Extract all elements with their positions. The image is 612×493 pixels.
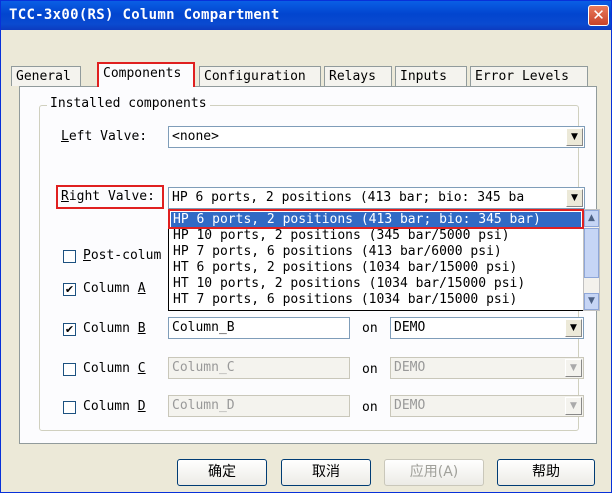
post-column-label: Post-colum bbox=[83, 248, 161, 263]
left-valve-value: <none> bbox=[172, 129, 219, 144]
column-b-name-input[interactable]: Column_B bbox=[168, 317, 350, 339]
right-valve-select[interactable]: HP 6 ports, 2 positions (413 bar; bio: 3… bbox=[168, 187, 585, 209]
cancel-button[interactable]: 取消 bbox=[281, 459, 371, 486]
right-valve-label-text: ight Valve: bbox=[68, 189, 155, 204]
column-d-checkbox[interactable] bbox=[63, 401, 76, 414]
column-b-on-label: on bbox=[362, 321, 378, 336]
group-legend: Installed components bbox=[47, 96, 210, 111]
dropdown-scrollbar[interactable]: ▲ ▼ bbox=[583, 209, 600, 311]
column-a-label-text: Column bbox=[83, 281, 138, 296]
scroll-thumb[interactable] bbox=[584, 228, 599, 278]
right-valve-mnemonic: R bbox=[61, 189, 69, 204]
column-b-server-value: DEMO bbox=[394, 320, 426, 335]
right-valve-label: Right Valve: bbox=[61, 189, 155, 204]
chevron-down-icon[interactable]: ▼ bbox=[565, 319, 582, 337]
chevron-down-icon[interactable]: ▼ bbox=[565, 359, 582, 377]
right-valve-value: HP 6 ports, 2 positions (413 bar; bio: 3… bbox=[172, 190, 525, 205]
column-c-checkbox[interactable] bbox=[63, 363, 76, 376]
help-button[interactable]: 帮助 bbox=[497, 459, 595, 486]
dialog-window: TCC-3x00(RS) Column Compartment ✕ Genera… bbox=[0, 0, 612, 493]
column-b-server-select[interactable]: DEMO ▼ bbox=[390, 317, 584, 339]
column-b-label-text: Column bbox=[83, 321, 138, 336]
column-d-on-label: on bbox=[362, 400, 378, 415]
column-c-server-select[interactable]: DEMO ▼ bbox=[390, 357, 584, 379]
column-c-server-value: DEMO bbox=[394, 360, 426, 375]
column-d-server-select[interactable]: DEMO ▼ bbox=[390, 395, 584, 417]
left-valve-mnemonic: L bbox=[61, 129, 69, 144]
column-d-label: Column D bbox=[83, 399, 146, 414]
column-c-name-input[interactable]: Column_C bbox=[168, 357, 350, 379]
column-b-letter: B bbox=[137, 321, 146, 336]
tab-components[interactable]: Components bbox=[97, 62, 195, 87]
left-valve-label-text: eft Valve: bbox=[68, 129, 148, 144]
post-column-label-text: ost-colum bbox=[90, 248, 162, 263]
column-a-label: Column A bbox=[83, 281, 146, 296]
column-d-letter: D bbox=[137, 399, 146, 414]
column-c-letter: C bbox=[137, 361, 146, 376]
close-icon[interactable]: ✕ bbox=[588, 5, 609, 26]
apply-button[interactable]: 应用(A) bbox=[384, 459, 484, 486]
title-bar[interactable]: TCC-3x00(RS) Column Compartment ✕ bbox=[1, 1, 611, 30]
tab-relays[interactable]: Relays bbox=[324, 66, 392, 86]
column-c-name-value: Column_C bbox=[172, 360, 235, 375]
column-d-name-value: Column_D bbox=[172, 398, 235, 413]
tab-configuration[interactable]: Configuration bbox=[199, 66, 321, 86]
post-column-mnemonic: P bbox=[83, 248, 91, 263]
selected-option-annotation bbox=[168, 209, 584, 229]
window-title: TCC-3x00(RS) Column Compartment bbox=[9, 7, 280, 23]
column-a-checkbox[interactable]: ✔ bbox=[63, 283, 76, 296]
list-item[interactable]: HT 7 ports, 6 positions (1034 bar/15000 … bbox=[171, 292, 517, 308]
chevron-down-icon[interactable]: ▼ bbox=[565, 397, 582, 415]
post-column-checkbox[interactable] bbox=[63, 250, 76, 263]
column-c-label: Column C bbox=[83, 361, 146, 376]
ok-button[interactable]: 确定 bbox=[177, 459, 267, 486]
list-item[interactable]: HT 6 ports, 2 positions (1034 bar/15000 … bbox=[171, 260, 517, 276]
column-d-name-input[interactable]: Column_D bbox=[168, 395, 350, 417]
column-b-checkbox[interactable]: ✔ bbox=[63, 323, 76, 336]
tab-general[interactable]: General bbox=[11, 66, 81, 86]
column-c-on-label: on bbox=[362, 362, 378, 377]
column-b-name-value: Column_B bbox=[172, 320, 235, 335]
scroll-down-icon[interactable]: ▼ bbox=[584, 293, 599, 310]
list-item[interactable]: HT 10 ports, 2 positions (1034 bar/15000… bbox=[171, 276, 525, 292]
list-item[interactable]: HP 10 ports, 2 positions (345 bar/5000 p… bbox=[171, 228, 510, 244]
left-valve-select[interactable]: <none> ▼ bbox=[168, 126, 585, 148]
scroll-up-icon[interactable]: ▲ bbox=[584, 210, 599, 227]
tab-inputs[interactable]: Inputs bbox=[395, 66, 467, 86]
list-item[interactable]: HP 7 ports, 6 positions (413 bar/6000 ps… bbox=[171, 244, 502, 260]
chevron-down-icon[interactable]: ▼ bbox=[566, 128, 583, 146]
column-d-server-value: DEMO bbox=[394, 398, 426, 413]
column-a-letter: A bbox=[137, 281, 146, 296]
chevron-down-icon[interactable]: ▼ bbox=[566, 189, 583, 207]
column-c-label-text: Column bbox=[83, 361, 138, 376]
column-d-label-text: Column bbox=[83, 399, 138, 414]
tab-error-levels[interactable]: Error Levels bbox=[470, 66, 588, 86]
column-b-label: Column B bbox=[83, 321, 146, 336]
left-valve-label: Left Valve: bbox=[61, 129, 147, 144]
